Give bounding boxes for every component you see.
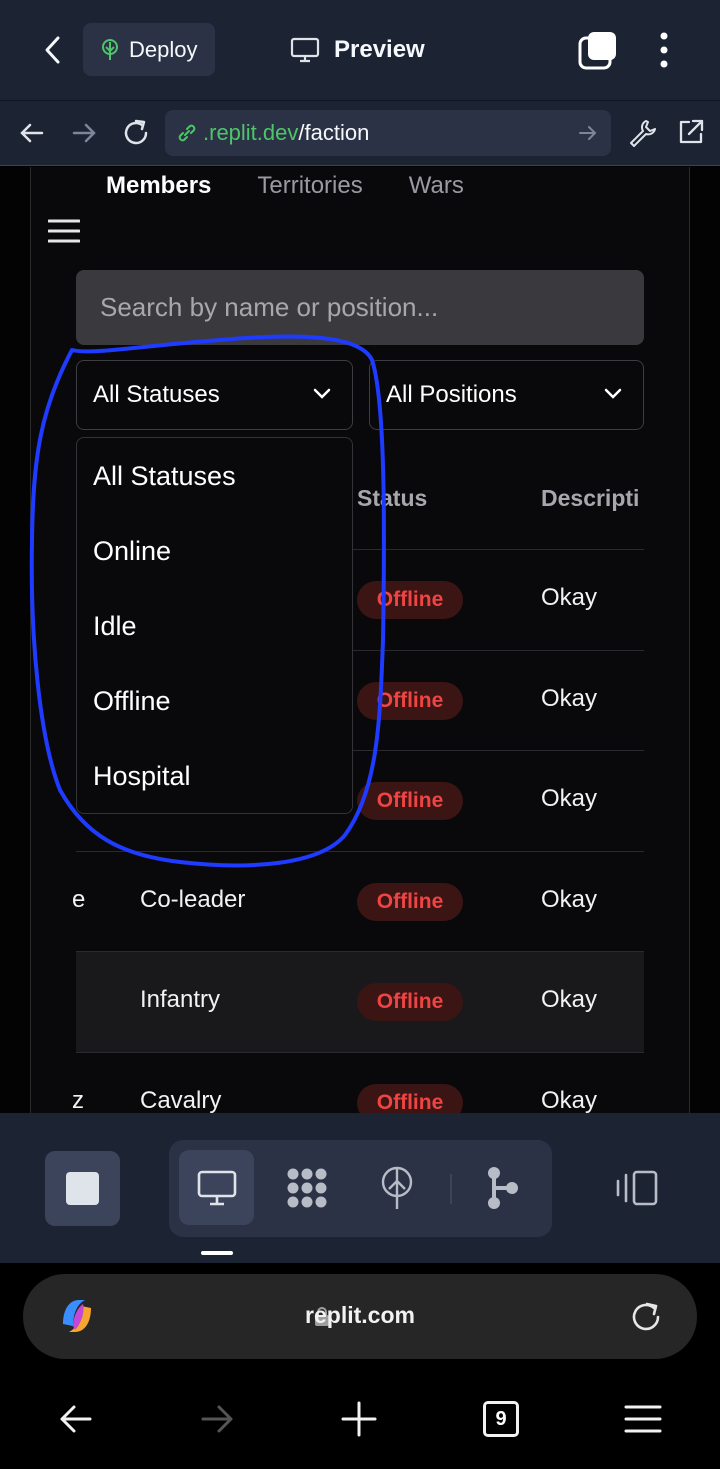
- tabs-icon[interactable]: [578, 30, 618, 70]
- hamburger-menu-icon[interactable]: [48, 219, 80, 243]
- status-dropdown-menu: All Statuses Online Idle Offline Hospita…: [76, 437, 353, 814]
- reload-icon[interactable]: [628, 1299, 664, 1335]
- tool-separator: [450, 1174, 452, 1204]
- row-description: Okay: [541, 1086, 598, 1114]
- row-position: Infantry: [140, 986, 221, 1013]
- open-external-icon[interactable]: [676, 117, 706, 147]
- git-branch-icon: [487, 1166, 518, 1209]
- more-options-icon[interactable]: [652, 30, 676, 70]
- monitor-icon: [290, 37, 320, 63]
- dots-cluster-icon: [287, 1168, 326, 1207]
- status-option-all[interactable]: All Statuses: [77, 456, 352, 531]
- replit-header: Deploy Preview: [0, 0, 720, 100]
- tab-wars[interactable]: Wars: [409, 172, 464, 200]
- active-tool-indicator: [201, 1251, 233, 1255]
- tool-switcher: [169, 1140, 552, 1237]
- monitor-icon: [197, 1170, 236, 1205]
- table-row[interactable]: Infantry Offline Okay: [76, 951, 644, 1052]
- preview-tool-button[interactable]: [179, 1150, 254, 1225]
- status-badge: Offline: [357, 581, 463, 619]
- deploy-tool-button[interactable]: [359, 1150, 434, 1225]
- chevron-down-icon: [313, 388, 331, 399]
- status-option-hospital[interactable]: Hospital: [77, 756, 352, 831]
- row-name-fragment: e: [72, 885, 86, 913]
- status-badge: Offline: [357, 782, 463, 820]
- browser-back-icon[interactable]: [58, 1401, 94, 1437]
- nav-forward-icon[interactable]: [68, 117, 100, 149]
- faction-tabs: Members Territories Wars: [106, 172, 464, 200]
- nav-back-icon[interactable]: [16, 117, 48, 149]
- replit-toolbar: [0, 1113, 720, 1263]
- new-tab-icon[interactable]: [341, 1401, 377, 1437]
- position-filter-value: All Positions: [386, 381, 517, 408]
- table-row[interactable]: e Co-leader Offline Okay: [72, 850, 644, 952]
- row-description: Okay: [541, 986, 598, 1013]
- refresh-icon[interactable]: [120, 117, 152, 149]
- url-path: /faction: [298, 120, 370, 145]
- position-filter-select[interactable]: All Positions: [369, 360, 644, 430]
- search-input[interactable]: [76, 270, 644, 345]
- browser-domain: replit.com: [305, 1302, 415, 1328]
- deploy-icon: [102, 38, 118, 60]
- status-badge: Offline: [357, 1083, 463, 1113]
- status-badge: Offline: [357, 882, 463, 921]
- deploy-label: Deploy: [129, 36, 198, 62]
- go-arrow-icon[interactable]: [577, 122, 599, 144]
- agent-tool-button[interactable]: [269, 1150, 344, 1225]
- stop-button[interactable]: [45, 1151, 120, 1226]
- split-view-icon[interactable]: [614, 1169, 660, 1207]
- row-position: Cavalry: [140, 1086, 222, 1114]
- column-header-description: Descripti: [541, 485, 640, 511]
- tab-count: 9: [495, 1407, 507, 1430]
- row-description: Okay: [541, 684, 598, 712]
- status-option-idle[interactable]: Idle: [77, 606, 352, 681]
- app-viewport: Members Territories Wars All Statuses Al…: [0, 167, 720, 1113]
- status-badge: Offline: [357, 983, 463, 1021]
- deploy-globe-icon: [381, 1166, 412, 1209]
- link-icon: [178, 124, 196, 142]
- column-header-status: Status: [357, 485, 428, 511]
- row-description: Okay: [541, 885, 598, 913]
- browser-address-bar[interactable]: replit.com: [23, 1274, 697, 1359]
- browser-forward-icon[interactable]: [199, 1401, 235, 1437]
- status-badge: Offline: [357, 681, 463, 720]
- stop-icon: [66, 1172, 99, 1205]
- chevron-down-icon: [604, 388, 622, 399]
- url-field[interactable]: .replit.dev/faction: [165, 110, 611, 156]
- url-host: .replit.dev: [203, 120, 299, 145]
- row-name-fragment: z: [72, 1086, 84, 1114]
- preview-nav-bar: .replit.dev/faction: [0, 100, 720, 166]
- row-description: Okay: [541, 584, 598, 611]
- tab-count-button[interactable]: 9: [483, 1401, 519, 1437]
- browser-menu-icon[interactable]: [624, 1401, 662, 1437]
- tab-territories[interactable]: Territories: [257, 172, 362, 200]
- tab-members[interactable]: Members: [106, 172, 211, 200]
- deploy-button[interactable]: Deploy: [83, 23, 215, 76]
- status-option-offline[interactable]: Offline: [77, 681, 352, 756]
- table-row[interactable]: z Cavalry Offline Okay: [72, 1051, 644, 1114]
- back-chevron-icon[interactable]: [38, 30, 68, 70]
- wrench-icon[interactable]: [626, 117, 658, 149]
- preview-label: Preview: [334, 36, 425, 63]
- row-description: Okay: [541, 785, 598, 812]
- preview-title: Preview: [290, 30, 425, 70]
- status-filter-select[interactable]: All Statuses: [76, 360, 353, 430]
- git-tool-button[interactable]: [466, 1150, 541, 1225]
- browser-chrome: replit.com 9: [0, 1263, 720, 1469]
- status-option-online[interactable]: Online: [77, 531, 352, 606]
- status-filter-value: All Statuses: [93, 381, 220, 408]
- row-position: Co-leader: [140, 885, 246, 913]
